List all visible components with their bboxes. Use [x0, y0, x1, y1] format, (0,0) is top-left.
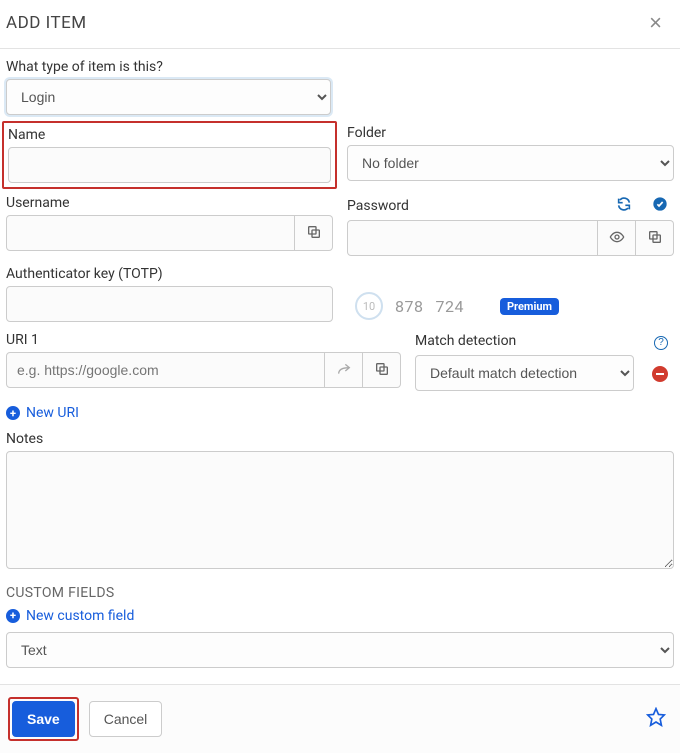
folder-label: Folder [347, 125, 674, 141]
folder-group: Folder No folder [347, 125, 674, 185]
match-help-button[interactable]: ? [648, 332, 674, 351]
eye-icon [609, 229, 625, 248]
totp-preview: 10 878 724 Premium [347, 266, 674, 332]
star-icon [646, 715, 666, 730]
new-custom-field-label: New custom field [26, 608, 134, 624]
premium-badge: Premium [500, 298, 559, 315]
custom-field-type-select[interactable]: Text [6, 632, 674, 668]
item-type-group: What type of item is this? Login [6, 59, 674, 115]
notes-input[interactable] [6, 451, 674, 569]
generate-password-button[interactable] [610, 195, 638, 216]
dialog-title: ADD ITEM [6, 13, 87, 33]
plus-circle-icon: + [6, 406, 20, 420]
dialog-footer: Save Cancel [0, 684, 680, 753]
check-password-button[interactable] [646, 195, 674, 216]
copy-uri-button[interactable] [363, 352, 401, 388]
copy-username-button[interactable] [295, 215, 333, 251]
totp-countdown: 10 [355, 292, 383, 320]
cancel-button[interactable]: Cancel [89, 701, 163, 737]
name-input[interactable] [8, 147, 331, 183]
copy-icon [374, 361, 390, 380]
totp-group: Authenticator key (TOTP) [6, 266, 333, 322]
password-label: Password [347, 198, 409, 214]
folder-select[interactable]: No folder [347, 145, 674, 181]
name-group: Name [6, 125, 333, 185]
uri-input[interactable] [6, 352, 325, 388]
remove-icon [652, 366, 668, 382]
match-select[interactable]: Default match detection [415, 355, 634, 391]
username-label: Username [6, 195, 333, 211]
item-type-select[interactable]: Login [6, 79, 331, 115]
launch-uri-button[interactable] [325, 352, 363, 388]
add-item-dialog: ADD ITEM × What type of item is this? Lo… [0, 0, 680, 753]
check-circle-icon [652, 200, 668, 215]
password-input[interactable] [347, 220, 598, 256]
username-input[interactable] [6, 215, 295, 251]
new-custom-field-link[interactable]: + New custom field [6, 608, 134, 624]
uri-group: URI 1 [6, 332, 401, 391]
totp-code-b: 724 [435, 297, 463, 316]
copy-totp-button[interactable] [476, 298, 488, 315]
custom-fields-title: CUSTOM FIELDS [6, 585, 674, 601]
arrow-share-icon [336, 361, 352, 380]
copy-icon [647, 229, 663, 248]
notes-group: Notes [6, 431, 674, 573]
toggle-password-button[interactable] [598, 220, 636, 256]
help-icon: ? [654, 336, 668, 350]
notes-label: Notes [6, 431, 674, 447]
match-group: Match detection ? Default match detectio… [415, 332, 674, 391]
copy-password-button[interactable] [636, 220, 674, 256]
totp-label: Authenticator key (TOTP) [6, 266, 333, 282]
new-uri-link[interactable]: + New URI [6, 405, 79, 421]
username-group: Username [6, 195, 333, 256]
password-group: Password [347, 195, 674, 256]
new-uri-label: New URI [26, 405, 79, 421]
remove-uri-button[interactable] [646, 362, 674, 383]
totp-code-a: 878 [395, 297, 423, 316]
dialog-header: ADD ITEM × [0, 0, 680, 49]
item-type-label: What type of item is this? [6, 59, 674, 75]
plus-circle-icon: + [6, 609, 20, 623]
uri-label: URI 1 [6, 332, 401, 348]
favorite-toggle[interactable] [640, 706, 672, 731]
match-label: Match detection [415, 333, 516, 349]
copy-icon [306, 224, 322, 243]
dialog-body: What type of item is this? Login Name Fo… [0, 49, 680, 684]
totp-input[interactable] [6, 286, 333, 322]
close-button[interactable]: × [649, 12, 662, 34]
name-label: Name [8, 127, 331, 143]
save-button[interactable]: Save [12, 701, 75, 737]
refresh-icon [616, 200, 632, 215]
